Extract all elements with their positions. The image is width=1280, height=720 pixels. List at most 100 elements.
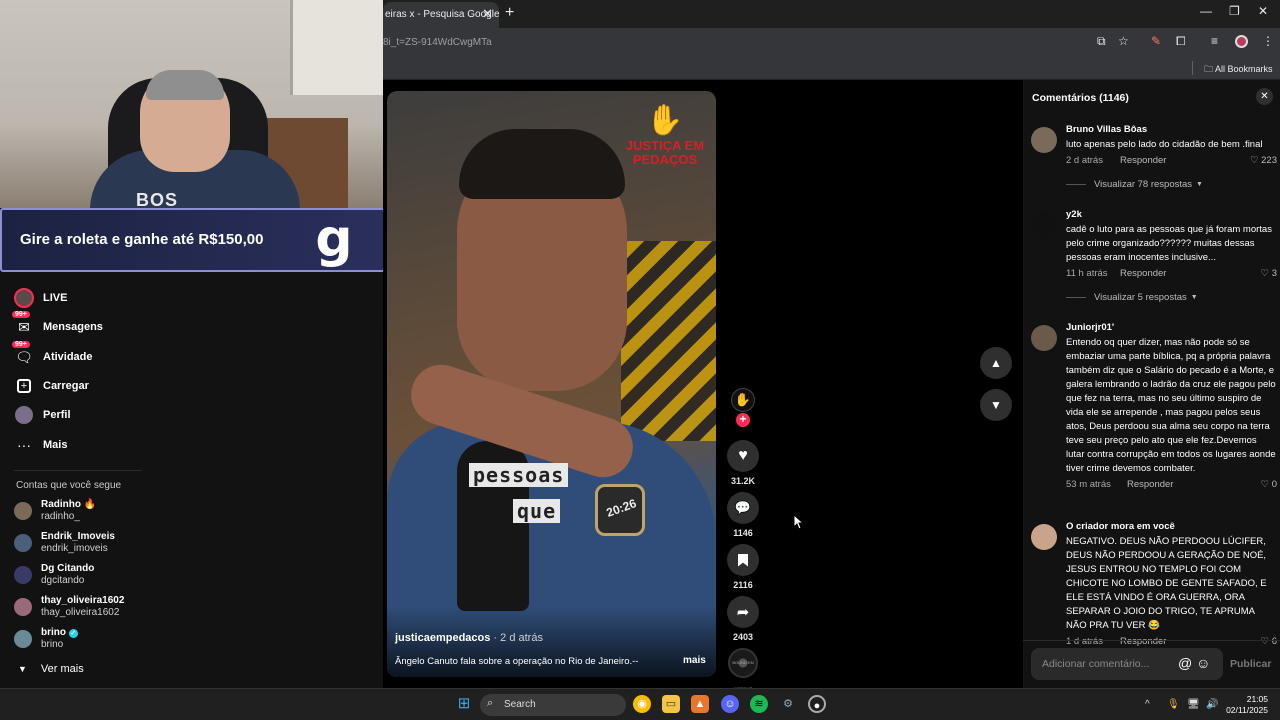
tab-close-icon[interactable]: ✕ <box>482 6 493 22</box>
video-description: Ângelo Canuto fala sobre a operação no R… <box>395 656 639 667</box>
steam-icon[interactable]: ⚙ <box>779 695 797 713</box>
nav-item-upload[interactable]: + Carregar <box>14 376 89 396</box>
follow-plus-icon[interactable]: + <box>736 413 750 427</box>
all-bookmarks-button[interactable]: 🗀 All Bookmarks <box>1204 62 1273 78</box>
microphone-icon[interactable]: 🎙 <box>1167 699 1180 710</box>
spotify-icon[interactable]: ≋ <box>750 695 768 713</box>
see-more-button[interactable]: ▼ Ver mais <box>18 663 84 675</box>
extensions-puzzle-icon[interactable]: ⧠ <box>1176 34 1186 49</box>
heart-outline-icon: ♡ <box>1249 155 1259 166</box>
avatar[interactable] <box>1031 127 1057 153</box>
share-arrow-icon: ➦ <box>736 604 750 621</box>
video-player-area: 20:26 pessoas que ✋ JUSTIÇA EM PEDAÇOS j… <box>383 80 1023 691</box>
nav-item-more[interactable]: ··· Mais <box>14 435 67 455</box>
new-tab-button[interactable]: + <box>505 4 514 22</box>
comment-meta: 2 d atrás Responder ♡ 223 <box>1066 154 1277 168</box>
following-item[interactable]: Endrik_Imoveis endrik_imoveis <box>14 531 115 555</box>
media-control-icon[interactable]: ≡ <box>1211 34 1218 48</box>
comment-time: 1 d atrás <box>1066 636 1103 647</box>
window-close-icon[interactable]: ✕ <box>1258 4 1268 18</box>
profile-avatar-icon <box>14 405 34 425</box>
app-a-icon[interactable]: ▲ <box>691 695 709 713</box>
creator-avatar[interactable]: ✋ <box>731 388 755 412</box>
clock[interactable]: 21:05 02/11/2025 <box>1226 694 1268 716</box>
minimize-icon[interactable]: — <box>1200 4 1212 18</box>
comment-button[interactable]: 💬 <box>727 492 759 524</box>
nav-label: LIVE <box>43 292 68 304</box>
caution-tape-background <box>621 241 716 441</box>
music-disc-icon[interactable]: BOUND·EN WORSHIP <box>728 648 758 691</box>
following-item[interactable]: Dg Citando dgcitando <box>14 563 94 587</box>
close-comments-icon[interactable]: ✕ <box>1256 88 1273 105</box>
reply-button[interactable]: Responder <box>1120 635 1166 649</box>
video-more-button[interactable]: mais <box>683 655 706 666</box>
install-app-icon[interactable]: ⧉ <box>1097 34 1106 49</box>
channel-logo: ✋ JUSTIÇA EM PEDAÇOS <box>625 103 705 167</box>
like-button[interactable]: ♥ <box>727 440 759 472</box>
nav-item-activity[interactable]: 🗨 99+ Atividade <box>12 341 93 367</box>
browser-menu-icon[interactable]: ⋮ <box>1262 34 1274 48</box>
video-frame[interactable]: 20:26 pessoas que ✋ JUSTIÇA EM PEDAÇOS j… <box>387 91 716 677</box>
windows-start-icon[interactable]: ⊞ <box>455 695 473 713</box>
nav-item-profile[interactable]: Perfil <box>14 405 71 425</box>
watch-display: 20:26 <box>604 496 639 520</box>
comment-author[interactable]: O criador mora em você <box>1066 521 1277 533</box>
reply-button[interactable]: Responder <box>1120 267 1166 281</box>
mention-icon[interactable]: @ <box>1178 655 1192 671</box>
heart-outline-icon: ♡ <box>1260 268 1270 279</box>
view-replies-button[interactable]: Visualizar 5 respostas ▼ <box>1066 292 1198 303</box>
chrome-icon[interactable]: ◉ <box>633 695 651 713</box>
comment-like-button[interactable]: ♡ 0 <box>1261 478 1277 492</box>
reply-button[interactable]: Responder <box>1120 154 1166 168</box>
view-replies-button[interactable]: Visualizar 78 respostas ▼ <box>1066 179 1203 190</box>
save-button[interactable] <box>727 544 759 576</box>
browser-tab[interactable]: eiras x - Pesquisa Google ✕ <box>383 2 500 28</box>
network-icon[interactable]: 🖥 <box>1187 699 1200 710</box>
account-name: Endrik_Imoveis <box>41 531 115 542</box>
speaker-hair <box>459 129 625 199</box>
avatar[interactable] <box>1031 325 1057 351</box>
following-item[interactable]: thay_oliveira1602 thay_oliveira1602 <box>14 595 124 619</box>
avatar[interactable] <box>1031 212 1057 238</box>
comment-like-button[interactable]: ♡ 3 <box>1261 267 1277 281</box>
upload-icon: + <box>14 376 34 396</box>
obs-icon[interactable]: ● <box>808 695 826 713</box>
comment-input-placeholder: Adicionar comentário... <box>1042 658 1150 670</box>
avatar <box>14 566 32 584</box>
reply-button[interactable]: Responder <box>1127 478 1173 492</box>
chevron-up-icon: ▲ <box>990 356 1002 370</box>
mouse-cursor-icon <box>793 514 805 530</box>
url-text[interactable]: 8i_t=ZS-914WdCwgMTa <box>383 37 492 48</box>
nav-label: Mensagens <box>43 321 103 333</box>
volume-icon[interactable]: 🔊 <box>1206 699 1218 710</box>
comment-like-button[interactable]: ♡ 6 <box>1261 635 1277 649</box>
bookmark-star-icon[interactable]: ☆ <box>1118 34 1129 48</box>
comment-input[interactable]: Adicionar comentário... @ ☺ <box>1031 648 1223 680</box>
following-item[interactable]: brino ✓ brino <box>14 627 78 651</box>
wristwatch: 20:26 <box>595 484 645 536</box>
nav-item-live[interactable]: LIVE <box>14 288 67 308</box>
video-author[interactable]: justicaempedacos <box>395 632 490 644</box>
emoji-icon[interactable]: ☺ <box>1196 655 1210 671</box>
share-button[interactable]: ➦ <box>727 596 759 628</box>
next-video-button[interactable]: ▼ <box>980 389 1012 421</box>
discord-icon[interactable]: ☺ <box>721 695 739 713</box>
file-explorer-icon[interactable]: ▭ <box>662 695 680 713</box>
restore-icon[interactable]: ❐ <box>1229 4 1240 18</box>
profile-avatar-icon[interactable] <box>1235 35 1248 48</box>
extension-icon[interactable]: ✎ <box>1151 34 1161 48</box>
following-item[interactable]: Radinho 🔥 radinho_ <box>14 499 96 523</box>
publish-button[interactable]: Publicar <box>1230 658 1271 670</box>
tray-chevron-up-icon[interactable]: ^ <box>1145 699 1150 710</box>
nav-item-messages[interactable]: ✉ 99+ Mensagens <box>12 311 103 337</box>
comment-text: Entendo oq quer dizer, mas não pode só s… <box>1066 337 1276 474</box>
comment-count: 1146 <box>733 528 753 538</box>
verified-icon: ✓ <box>68 629 78 638</box>
comment-like-button[interactable]: ♡ 223 <box>1250 154 1277 168</box>
comment-author[interactable]: Juniorjr01' <box>1066 322 1277 334</box>
comment-author[interactable]: Bruno Villas Bôas <box>1066 124 1277 136</box>
comment-author[interactable]: y2k <box>1066 209 1277 221</box>
previous-video-button[interactable]: ▲ <box>980 347 1012 379</box>
avatar[interactable] <box>1031 524 1057 550</box>
taskbar-search[interactable]: ⌕ Search <box>480 694 626 716</box>
